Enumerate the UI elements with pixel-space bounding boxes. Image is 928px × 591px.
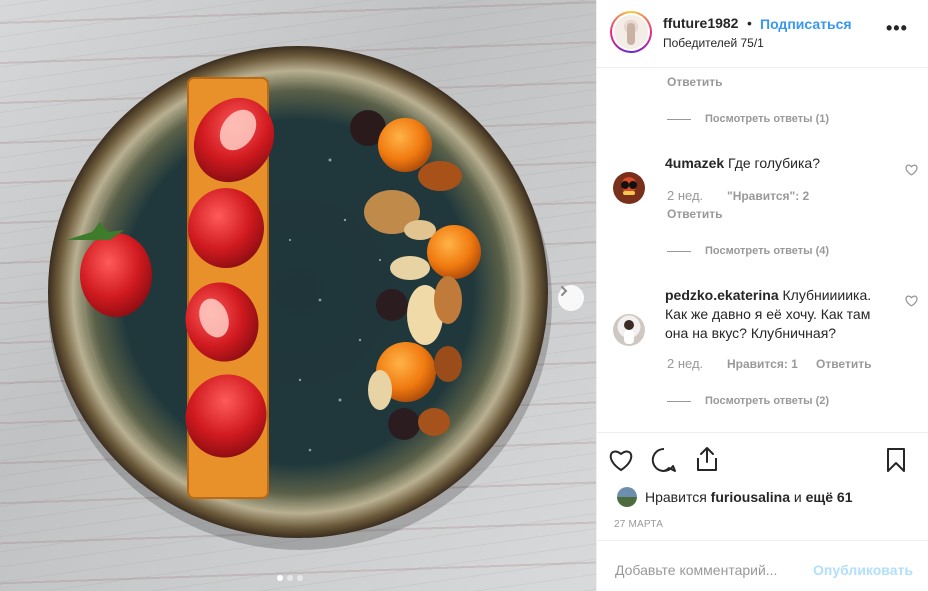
food-plate-illustration (48, 46, 552, 550)
carousel-dot[interactable] (287, 575, 293, 581)
heart-icon[interactable] (905, 295, 918, 307)
comment-input[interactable]: Добавьте комментарий... (615, 562, 777, 578)
comment-username[interactable]: 4umazek (665, 155, 724, 171)
heart-icon[interactable] (608, 448, 634, 472)
comment-icon[interactable] (651, 447, 677, 473)
avatar[interactable] (613, 314, 645, 346)
view-replies-button[interactable]: Посмотреть ответы (1) (667, 113, 829, 125)
view-replies-label: Посмотреть ответы (2) (705, 395, 830, 407)
carousel-dot[interactable] (297, 575, 303, 581)
comment-body: Как же давно я её хочу. Как там (665, 306, 871, 322)
comments-list[interactable]: Ответить Посмотреть ответы (1) 4umazek Г… (597, 68, 928, 432)
comment-text: pedzko.ekaterina Клубниииика. Как же дав… (665, 286, 901, 343)
comment-likes[interactable]: "Нравится": 2 (727, 189, 809, 203)
avatar[interactable] (613, 172, 645, 204)
view-replies-button[interactable]: Посмотреть ответы (4) (667, 245, 829, 257)
separator-dot: • (747, 15, 752, 31)
bookmark-icon[interactable] (885, 447, 907, 473)
comment-body: Клубниииика. (782, 287, 872, 303)
view-replies-label: Посмотреть ответы (1) (705, 113, 830, 125)
post-actions: Нравится furiousalina и ещё 61 27 МАРТА (597, 432, 928, 540)
comment-body: она на вкус? Клубничная? (665, 325, 837, 341)
publish-button[interactable]: Опубликовать (813, 562, 913, 578)
post-header: ffuture1982 • Подписаться Победителей 75… (597, 0, 928, 68)
avatar[interactable] (610, 11, 652, 53)
comment-text: 4umazek Где голубика? (665, 154, 895, 173)
carousel-dot[interactable] (277, 575, 283, 581)
post-photo[interactable] (0, 0, 596, 591)
view-replies-button[interactable]: Посмотреть ответы (2) (667, 395, 829, 407)
share-icon[interactable] (695, 446, 719, 472)
heart-icon[interactable] (905, 164, 918, 176)
add-comment-bar: Добавьте комментарий... Опубликовать (597, 540, 928, 591)
more-options-button[interactable]: ••• (886, 18, 908, 39)
likes-more-link[interactable]: ещё 61 (806, 489, 853, 505)
likes-summary: Нравится furiousalina и ещё 61 (617, 487, 853, 507)
carousel-dots (277, 575, 303, 581)
reply-button[interactable]: Ответить (816, 357, 871, 371)
likes-conjunction: и (793, 489, 802, 505)
reply-button[interactable]: Ответить (667, 207, 722, 221)
post-location[interactable]: Победителей 75/1 (663, 36, 764, 50)
view-replies-label: Посмотреть ответы (4) (705, 245, 830, 257)
comment-age[interactable]: 2 нед. (667, 356, 703, 371)
post-date[interactable]: 27 МАРТА (614, 519, 663, 530)
reply-button[interactable]: Ответить (667, 75, 722, 89)
post-author-username[interactable]: ffuture1982 (663, 15, 738, 31)
post-side-panel: ffuture1982 • Подписаться Победителей 75… (596, 0, 928, 591)
likes-prefix: Нравится (645, 489, 707, 505)
follow-button[interactable]: Подписаться (760, 16, 852, 32)
comment-age[interactable]: 2 нед. (667, 188, 703, 203)
comment-likes[interactable]: Нравится: 1 (727, 357, 798, 371)
avatar[interactable] (617, 487, 637, 507)
carousel-next-button[interactable] (558, 285, 584, 311)
comment-username[interactable]: pedzko.ekaterina (665, 287, 779, 303)
comment-body: Где голубика? (728, 155, 820, 171)
likes-user-link[interactable]: furiousalina (711, 489, 790, 505)
chevron-right-icon (561, 286, 568, 296)
